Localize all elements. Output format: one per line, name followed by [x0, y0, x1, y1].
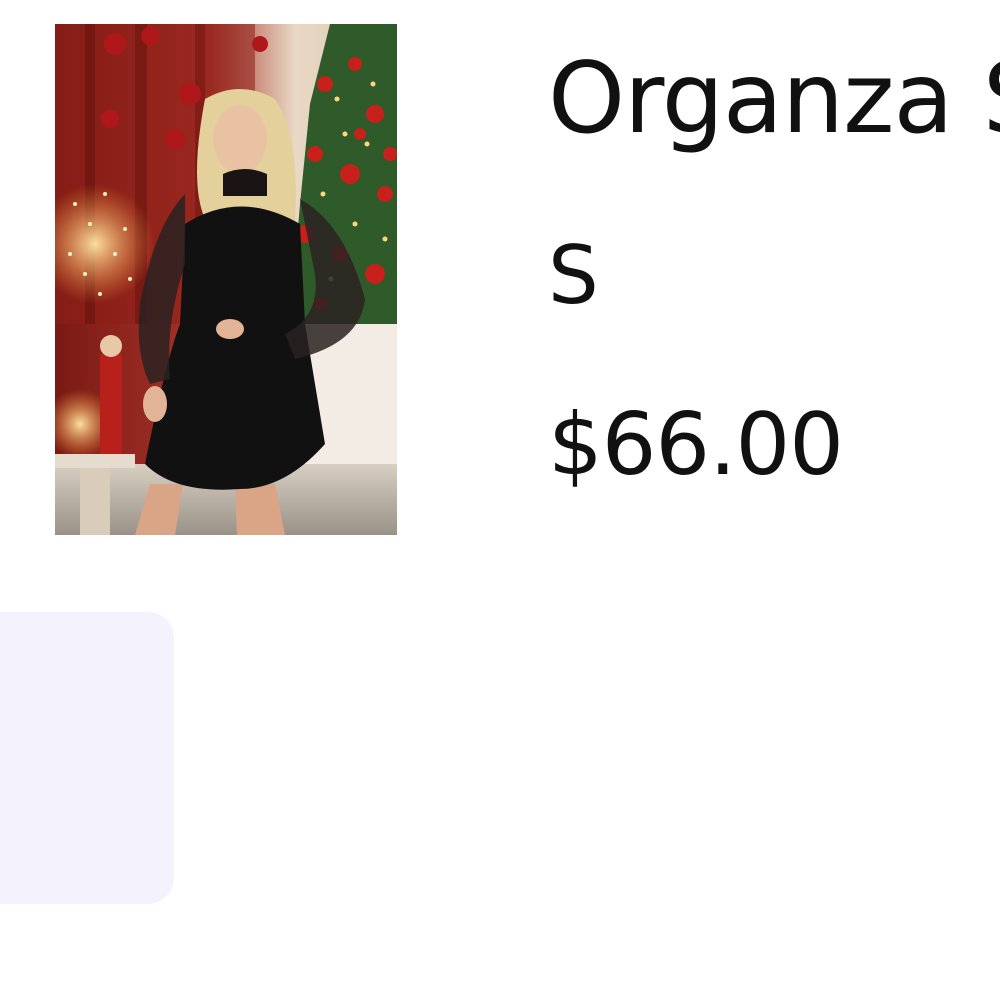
cart-screen: Organza S S $66.00 — [0, 0, 1000, 1000]
product-title[interactable]: Organza S — [548, 44, 1000, 154]
product-size: S — [548, 229, 599, 322]
cart-item-row[interactable]: Organza S S $66.00 — [0, 0, 1000, 560]
product-price: $66.00 — [548, 395, 844, 495]
product-thumbnail[interactable] — [55, 24, 397, 535]
next-item-card[interactable] — [0, 612, 174, 904]
dress-photo-image — [55, 24, 397, 535]
